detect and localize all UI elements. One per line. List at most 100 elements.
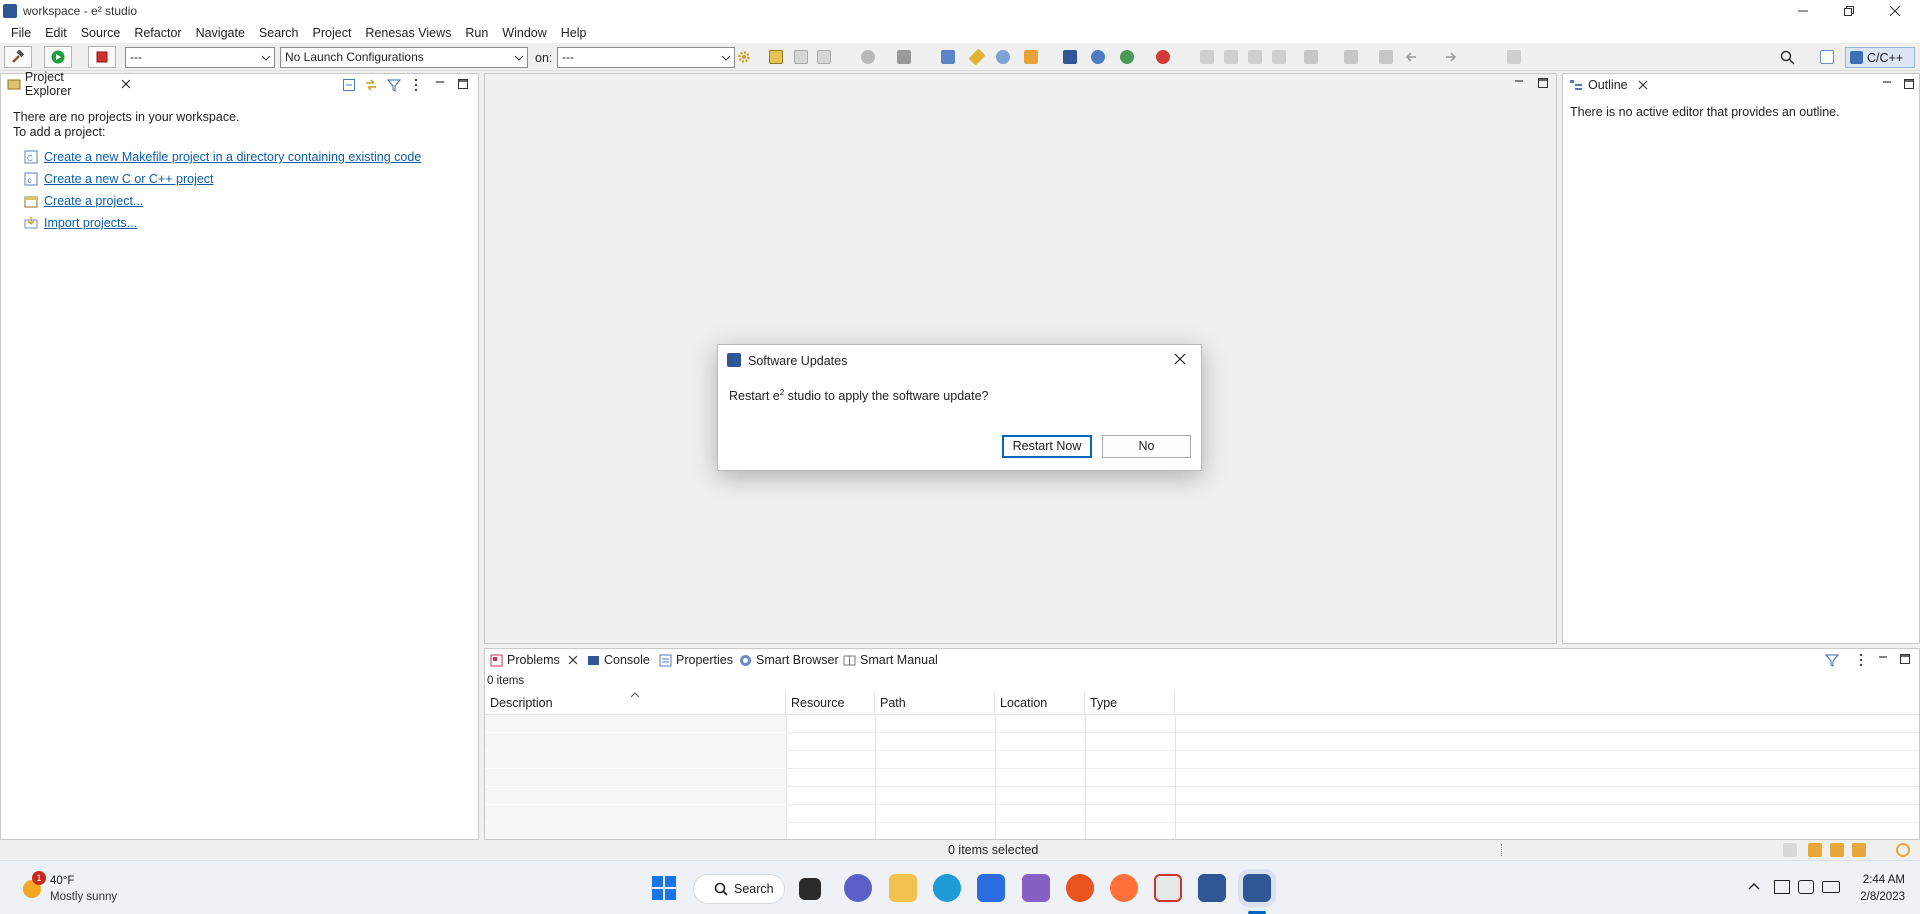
menu-edit[interactable]: Edit	[38, 26, 74, 40]
global-search-button[interactable]	[1776, 46, 1798, 68]
edge-icon[interactable]	[933, 874, 961, 902]
tab-project-explorer[interactable]: Project Explorer	[3, 70, 131, 98]
restore-button[interactable]	[1826, 0, 1872, 22]
launch-button[interactable]	[44, 46, 72, 68]
create-cpp-project-link[interactable]: Create a new C or C++ project	[44, 172, 214, 186]
clock-date[interactable]: 2/8/2023	[1850, 891, 1905, 903]
launch-target-combo[interactable]: ---	[557, 47, 735, 68]
network-icon[interactable]	[1798, 880, 1814, 894]
dialog-close-button[interactable]	[1174, 353, 1186, 365]
minimize-button[interactable]	[1780, 0, 1826, 22]
pin-editor-button[interactable]	[1503, 46, 1525, 68]
block-selection-button[interactable]	[1244, 46, 1266, 68]
weather-widget[interactable]: 1	[18, 871, 46, 901]
toggle-breadcrumb-button[interactable]	[1196, 46, 1218, 68]
maximize-view-icon[interactable]	[1903, 78, 1915, 90]
renesas-view-button[interactable]	[1059, 46, 1081, 68]
teams-chat-icon[interactable]	[844, 874, 872, 902]
close-icon[interactable]	[121, 79, 131, 89]
maximize-view-icon[interactable]	[1899, 653, 1911, 665]
back-button[interactable]	[1400, 46, 1422, 68]
visual-studio-icon[interactable]	[1022, 874, 1050, 902]
column-resource[interactable]: Resource	[786, 691, 875, 715]
menu-window[interactable]: Window	[495, 26, 553, 40]
view-menu-icon[interactable]	[1858, 653, 1864, 667]
smart-manual-status-icon[interactable]	[1783, 843, 1797, 857]
create-makefile-project-link[interactable]: Create a new Makefile project in a direc…	[44, 150, 421, 164]
launch-configuration-combo[interactable]: No Launch Configurations	[280, 47, 528, 68]
minimize-view-icon[interactable]	[1877, 653, 1889, 665]
link-editor-icon[interactable]	[364, 78, 378, 92]
next-annotation-button[interactable]	[1300, 46, 1322, 68]
close-window-button[interactable]	[1872, 0, 1918, 22]
stop-button[interactable]	[88, 46, 116, 68]
pin-button[interactable]	[966, 46, 988, 68]
minimize-view-icon[interactable]	[1881, 78, 1893, 90]
close-icon[interactable]	[568, 655, 578, 665]
build-button[interactable]	[4, 46, 32, 68]
column-location[interactable]: Location	[995, 691, 1085, 715]
build-target-button[interactable]	[893, 46, 915, 68]
toggle-mark-button[interactable]	[1220, 46, 1242, 68]
collapse-all-icon[interactable]	[342, 78, 356, 92]
create-project-link[interactable]: Create a project...	[44, 194, 143, 208]
forward-button[interactable]	[1440, 46, 1462, 68]
debug-tools-button[interactable]	[1087, 46, 1109, 68]
snipping-tool-icon[interactable]	[1154, 874, 1182, 902]
tab-console[interactable]: Console	[587, 649, 650, 671]
search-toolbar-button[interactable]	[1020, 46, 1042, 68]
wand-icon[interactable]	[1852, 843, 1866, 857]
column-path[interactable]: Path	[875, 691, 995, 715]
view-menu-icon[interactable]	[413, 78, 419, 92]
run-external-button[interactable]	[1152, 46, 1174, 68]
display-icon[interactable]	[1774, 880, 1790, 894]
book-icon[interactable]	[1808, 843, 1822, 857]
menu-run[interactable]: Run	[458, 26, 495, 40]
import-projects-link[interactable]: Import projects...	[44, 216, 137, 230]
minimize-view-icon[interactable]	[434, 78, 446, 90]
menu-search[interactable]: Search	[252, 26, 306, 40]
tab-smart-manual[interactable]: Smart Manual	[843, 649, 938, 671]
store-icon[interactable]	[977, 874, 1005, 902]
minimize-editor-icon[interactable]	[1513, 77, 1525, 89]
show-whitespace-button[interactable]	[1268, 46, 1290, 68]
column-type[interactable]: Type	[1085, 691, 1175, 715]
open-type-button[interactable]	[992, 46, 1014, 68]
menu-source[interactable]: Source	[74, 26, 128, 40]
save-button[interactable]	[790, 46, 812, 68]
tab-properties[interactable]: Properties	[659, 649, 733, 671]
learn-icon[interactable]	[1830, 843, 1844, 857]
tab-outline[interactable]: Outline	[1565, 74, 1648, 96]
launch-settings-button[interactable]	[733, 46, 755, 68]
launch-mode-combo[interactable]: ---	[125, 47, 275, 68]
open-perspective-button[interactable]	[1816, 46, 1838, 68]
tab-smart-browser[interactable]: Smart Browser	[739, 649, 839, 671]
firefox-icon[interactable]	[1110, 874, 1138, 902]
last-edit-button[interactable]	[1375, 46, 1397, 68]
menu-refactor[interactable]: Refactor	[127, 26, 188, 40]
new-button[interactable]	[765, 46, 787, 68]
new-cpp-class-button[interactable]	[937, 46, 959, 68]
menu-renesas-views[interactable]: Renesas Views	[358, 26, 458, 40]
menu-help[interactable]: Help	[554, 26, 594, 40]
perspective-cpp-button[interactable]: C/C++	[1845, 47, 1915, 68]
menu-file[interactable]: File	[4, 26, 38, 40]
filter-icon[interactable]	[1825, 653, 1839, 667]
maximize-view-icon[interactable]	[457, 78, 469, 90]
debug-button[interactable]	[1116, 46, 1138, 68]
close-icon[interactable]	[1638, 80, 1648, 90]
menu-project[interactable]: Project	[306, 26, 359, 40]
clock-time[interactable]: 2:44 AM	[1850, 874, 1905, 886]
build-config-button[interactable]	[857, 46, 879, 68]
menu-navigate[interactable]: Navigate	[189, 26, 252, 40]
ubuntu-icon[interactable]	[1066, 874, 1094, 902]
tab-problems[interactable]: Problems	[487, 649, 583, 671]
taskbar-search[interactable]: Search	[693, 874, 785, 904]
file-explorer-icon[interactable]	[889, 874, 917, 902]
restart-now-button[interactable]: Restart Now	[1002, 435, 1092, 458]
feedback-icon[interactable]	[1896, 843, 1910, 857]
filter-icon[interactable]	[387, 78, 401, 92]
start-button[interactable]	[652, 876, 676, 900]
maximize-editor-icon[interactable]	[1537, 77, 1549, 89]
previous-annotation-button[interactable]	[1340, 46, 1362, 68]
